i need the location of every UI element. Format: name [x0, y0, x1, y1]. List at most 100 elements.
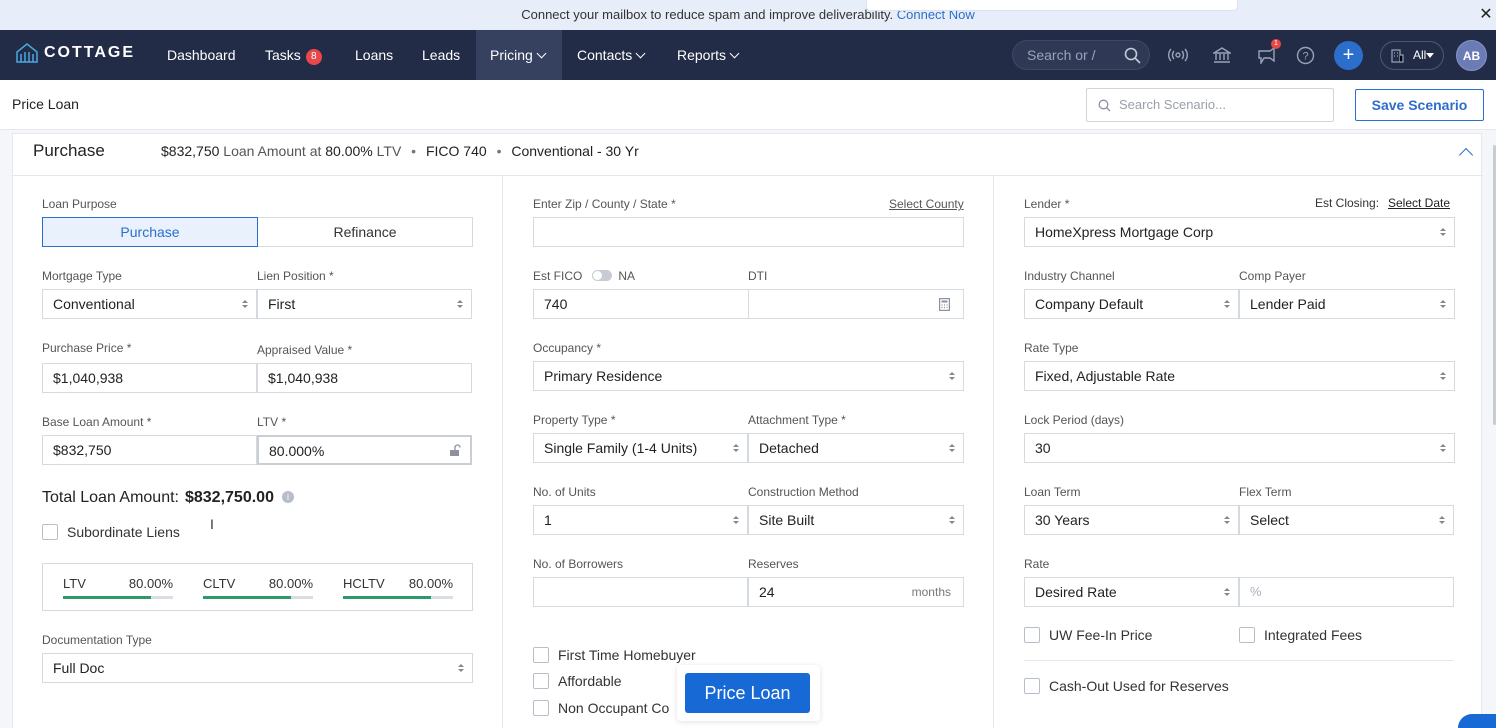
price-loan-button[interactable]: Price Loan [685, 673, 810, 713]
select-date-link[interactable]: Select Date [1388, 196, 1450, 210]
lien-position-select[interactable]: First [257, 289, 472, 319]
bank-icon[interactable] [1211, 44, 1233, 66]
top-navbar: COTTAGE Dashboard Tasks 8 Loans Leads Pri… [0, 30, 1496, 80]
dti-input[interactable] [748, 289, 964, 319]
user-avatar[interactable]: AB [1456, 40, 1487, 71]
summary-amount: $832,750 [161, 143, 220, 159]
purpose-purchase-button[interactable]: Purchase [42, 217, 258, 247]
checkbox-box[interactable] [42, 524, 58, 540]
first-time-homebuyer-label: First Time Homebuyer [558, 647, 696, 663]
save-scenario-button[interactable]: Save Scenario [1355, 89, 1484, 121]
nav-pricing[interactable]: Pricing [476, 30, 562, 80]
card-header[interactable]: Purchase $832,750 Loan Amount at 80.00% … [13, 134, 1483, 176]
org-filter-dropdown[interactable]: All [1380, 41, 1444, 70]
cottage-logo[interactable]: COTTAGE [16, 43, 135, 63]
loan-term-select[interactable]: 30 Years [1024, 505, 1239, 535]
construction-method-select[interactable]: Site Built [748, 505, 964, 535]
construction-method-label: Construction Method [748, 485, 859, 499]
checkbox-box[interactable] [533, 673, 549, 689]
info-icon[interactable]: i [281, 491, 294, 503]
checkbox-box[interactable] [1024, 627, 1040, 643]
nav-loans-label: Loans [355, 47, 394, 63]
integrated-fees-checkbox[interactable]: Integrated Fees [1239, 627, 1362, 643]
lock-period-select[interactable]: 30 [1024, 433, 1455, 463]
attachment-type-select[interactable]: Detached [748, 433, 964, 463]
first-time-homebuyer-checkbox[interactable]: First Time Homebuyer [533, 647, 696, 663]
nav-dashboard[interactable]: Dashboard [153, 30, 250, 80]
ratio-bar-fill [63, 596, 151, 599]
reserves-unit: months [911, 585, 951, 599]
column-divider [993, 176, 994, 728]
flex-term-select[interactable]: Select [1239, 505, 1454, 535]
global-search-input[interactable]: Search or / [1012, 40, 1150, 70]
uw-fee-in-price-checkbox[interactable]: UW Fee-In Price [1024, 627, 1152, 643]
cash-out-reserves-checkbox[interactable]: Cash-Out Used for Reserves [1024, 678, 1229, 694]
rate-type-select[interactable]: Fixed, Adjustable Rate [1024, 361, 1455, 391]
svg-text:?: ? [1302, 50, 1308, 62]
mortgage-type-select[interactable]: Conventional [42, 289, 257, 319]
industry-channel-select[interactable]: Company Default [1024, 289, 1239, 319]
separator-dot: • [411, 143, 417, 159]
rate-input[interactable]: % [1239, 577, 1454, 607]
appraised-value-input[interactable]: $1,040,938 [257, 363, 472, 393]
loan-summary: $832,750 Loan Amount at 80.00% LTV • FIC… [161, 143, 639, 159]
nav-leads[interactable]: Leads [408, 30, 474, 80]
checkbox-box[interactable] [533, 700, 549, 716]
flex-term-label: Flex Term [1239, 485, 1292, 499]
documentation-type-select[interactable]: Full Doc [42, 653, 473, 683]
non-occupant-coborrower-checkbox[interactable]: Non Occupant Co [533, 700, 669, 716]
loan-scenario-card: Purchase $832,750 Loan Amount at 80.00% … [12, 133, 1483, 728]
lender-select[interactable]: HomeXpress Mortgage Corp [1024, 217, 1455, 247]
base-loan-amount-label: Base Loan Amount * [42, 415, 152, 429]
calculator-icon [939, 298, 950, 311]
rate-mode-select[interactable]: Desired Rate [1024, 577, 1239, 607]
base-loan-amount-input[interactable]: $832,750 [42, 435, 257, 465]
dti-label: DTI [748, 269, 768, 283]
caret-down-icon [1426, 53, 1434, 58]
ratio-value: 80.00% [268, 576, 313, 591]
chat-widget-icon[interactable] [1458, 714, 1496, 728]
uw-fee-in-price-label: UW Fee-In Price [1049, 627, 1153, 643]
reserves-value: 24 [759, 584, 775, 600]
reserves-input[interactable]: 24 months [748, 577, 964, 607]
nav-tasks[interactable]: Tasks 8 [251, 30, 336, 80]
property-type-select[interactable]: Single Family (1-4 Units) [533, 433, 748, 463]
add-new-button[interactable]: + [1334, 41, 1363, 70]
checkbox-box[interactable] [1239, 627, 1255, 643]
occupancy-select[interactable]: Primary Residence [533, 361, 964, 391]
chevron-down-icon [635, 48, 646, 59]
checkbox-box[interactable] [533, 647, 549, 663]
ratio-bar-fill [203, 596, 291, 599]
checkbox-box[interactable] [1024, 678, 1040, 694]
comp-payer-select[interactable]: Lender Paid [1239, 289, 1455, 319]
total-loan-amount-value: $832,750.00 [184, 489, 274, 506]
help-icon[interactable]: ? [1294, 44, 1316, 66]
nav-dashboard-label: Dashboard [167, 47, 236, 63]
nav-loans[interactable]: Loans [341, 30, 407, 80]
purchase-price-input[interactable]: $1,040,938 [42, 363, 257, 393]
lender-label: Lender * [1024, 197, 1070, 211]
popup-edge [866, 0, 1238, 11]
zip-county-state-input[interactable] [533, 217, 964, 247]
announcements-icon[interactable]: 1 [1255, 39, 1281, 66]
nav-contacts[interactable]: Contacts [563, 30, 658, 80]
nav-reports[interactable]: Reports [663, 30, 752, 80]
affordable-checkbox[interactable]: Affordable [533, 673, 622, 689]
ltv-input[interactable]: 80.000% [257, 435, 472, 465]
subordinate-liens-checkbox[interactable]: Subordinate Liens [42, 524, 180, 540]
purpose-refinance-button[interactable]: Refinance [258, 217, 473, 247]
close-banner-icon[interactable]: ✕ [1476, 0, 1496, 30]
units-select[interactable]: 1 [533, 505, 748, 535]
ratio-bar [63, 596, 173, 599]
nav-tasks-label: Tasks [265, 47, 301, 63]
total-loan-amount: Total Loan Amount: $832,750.00 i [42, 489, 294, 507]
select-county-link[interactable]: Select County [889, 197, 964, 211]
cash-out-reserves-label: Cash-Out Used for Reserves [1049, 678, 1229, 694]
chevron-up-icon[interactable] [1458, 147, 1474, 163]
zip-county-state-label: Enter Zip / County / State * [533, 197, 676, 211]
est-fico-input[interactable]: 740 [533, 289, 749, 319]
scenario-search-input[interactable]: Search Scenario... [1086, 88, 1334, 122]
broadcast-icon[interactable] [1167, 44, 1189, 66]
borrowers-input[interactable] [533, 577, 748, 607]
fico-na-toggle[interactable] [592, 270, 613, 281]
